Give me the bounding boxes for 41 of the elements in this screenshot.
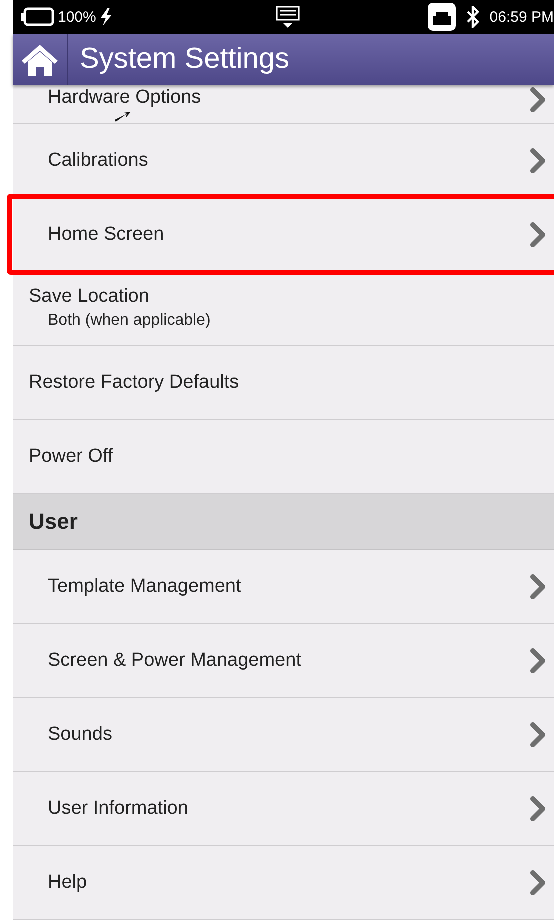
item-label: Hardware Options [48,87,202,109]
battery-percent: 100% [58,8,96,26]
item-label: Calibrations [48,150,150,172]
settings-item[interactable]: Hardware Options [13,85,554,124]
chevron-right-icon [530,648,546,674]
lightning-icon [99,8,114,26]
settings-item[interactable]: Calibrations [13,124,554,198]
settings-item[interactable]: Template Management [13,550,554,624]
settings-item[interactable]: Help [13,846,554,920]
item-label: User Information [48,798,190,820]
chevron-right-icon [530,148,546,174]
bluetooth-icon [466,6,480,28]
item-label: Power Off [29,446,114,468]
item-label: Restore Factory Defaults [29,372,240,394]
clock-time: 06:59 PM [490,8,554,26]
chevron-right-icon [530,87,546,113]
item-label: Screen & Power Management [48,650,302,672]
settings-item[interactable]: Restore Factory Defaults [13,346,554,420]
chevron-right-icon [530,574,546,600]
item-label: Sounds [48,724,114,746]
settings-item[interactable]: Save Location Both (when applicable) [13,272,554,346]
item-label: Template Management [48,576,242,598]
settings-item[interactable]: Home Screen [13,198,554,272]
chevron-right-icon [530,796,546,822]
screen-title: System Settings [80,43,290,76]
home-icon [20,42,60,76]
cursor-arrow-icon [115,111,131,123]
chevron-right-icon [530,722,546,748]
item-label: Help [48,872,88,894]
battery-icon [21,7,55,27]
ethernet-icon [428,3,456,31]
section-header: User [13,494,554,550]
item-label: Home Screen [48,224,166,246]
keyboard-icon [274,5,300,29]
settings-item[interactable]: Sounds [13,698,554,772]
chevron-right-icon [530,222,546,248]
chevron-right-icon [530,870,546,896]
settings-item[interactable]: User Information [13,772,554,846]
settings-item[interactable]: Screen & Power Management [13,624,554,698]
item-label: Save Location [29,286,150,308]
item-value: Both (when applicable) [47,312,212,330]
